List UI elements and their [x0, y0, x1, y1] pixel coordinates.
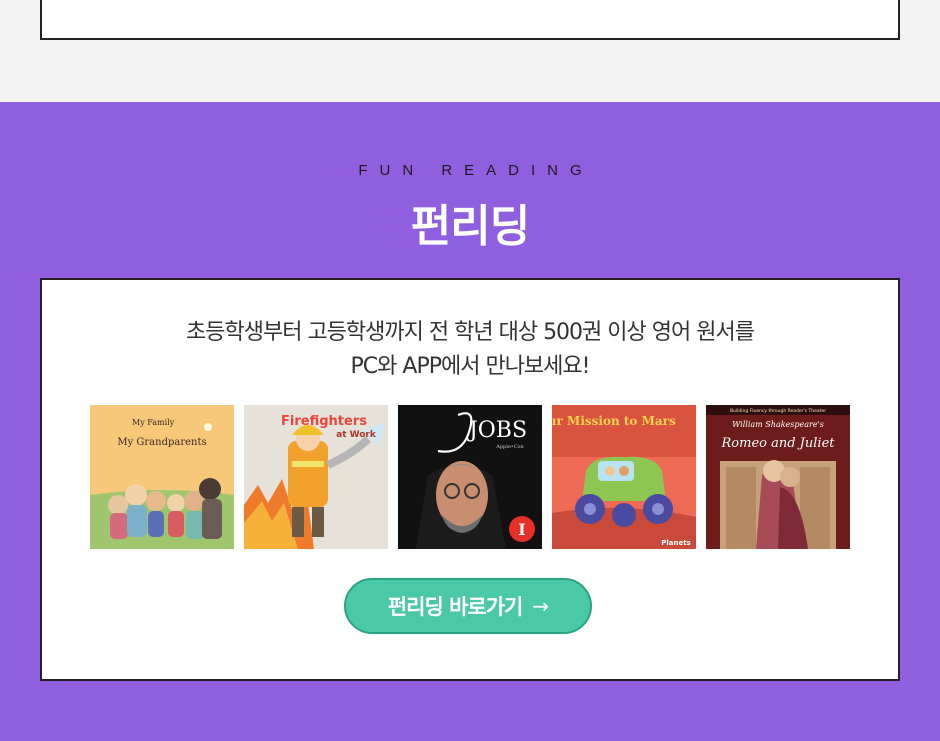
- book5-series: Building Fluency through Reader's Theate…: [730, 408, 826, 414]
- description-line-1: 초등학생부터 고등학생까지 전 학년 대상 500권 이상 영어 원서를: [186, 320, 755, 345]
- book3-subtitle: Apple•Con: [495, 444, 524, 450]
- section-description: 초등학생부터 고등학생까지 전 학년 대상 500권 이상 영어 원서를 PC와…: [42, 316, 898, 384]
- top-area: [0, 0, 940, 102]
- fun-reading-go-button[interactable]: 펀리딩 바로가기 →: [344, 578, 592, 634]
- book-cover-mission-to-mars[interactable]: Your Mission to Mars Planets: [552, 405, 696, 549]
- previous-section-box: [40, 0, 900, 40]
- book-cover-jobs[interactable]: JOBS Apple•Con I: [398, 405, 542, 549]
- book1-title-main: My Grandparents: [117, 437, 206, 448]
- section-title: 펀리딩: [410, 201, 530, 252]
- cta-label: 펀리딩 바로가기: [387, 595, 524, 619]
- book3-title: JOBS: [467, 418, 527, 443]
- book-cover-list: My Family My Grandparents Firefighters a…: [90, 405, 850, 549]
- book-cover-firefighters[interactable]: Firefighters at Work: [244, 405, 388, 549]
- book2-title-sub: at Work: [336, 430, 377, 440]
- book5-title-main: Romeo and Juliet: [721, 436, 836, 451]
- book3-badge: I: [518, 520, 525, 539]
- arrow-right-icon: →: [532, 594, 549, 618]
- section-eyebrow: FUN READING: [346, 162, 593, 179]
- book4-brand: Planets: [661, 539, 691, 547]
- book2-title-main: Firefighters: [281, 414, 367, 429]
- book1-title-small: My Family: [132, 418, 175, 427]
- fun-reading-card: 초등학생부터 고등학생까지 전 학년 대상 500권 이상 영어 원서를 PC와…: [40, 278, 900, 681]
- book-cover-romeo-and-juliet[interactable]: Building Fluency through Reader's Theate…: [706, 405, 850, 549]
- description-line-2: PC와 APP에서 만나보세요!: [350, 354, 591, 379]
- book-cover-my-grandparents[interactable]: My Family My Grandparents: [90, 405, 234, 549]
- fun-reading-section: FUN READING 펀리딩 초등학생부터 고등학생까지 전 학년 대상 50…: [0, 102, 940, 741]
- book4-title: Your Mission to Mars: [552, 414, 676, 428]
- book5-title-small: William Shakespeare's: [732, 420, 824, 429]
